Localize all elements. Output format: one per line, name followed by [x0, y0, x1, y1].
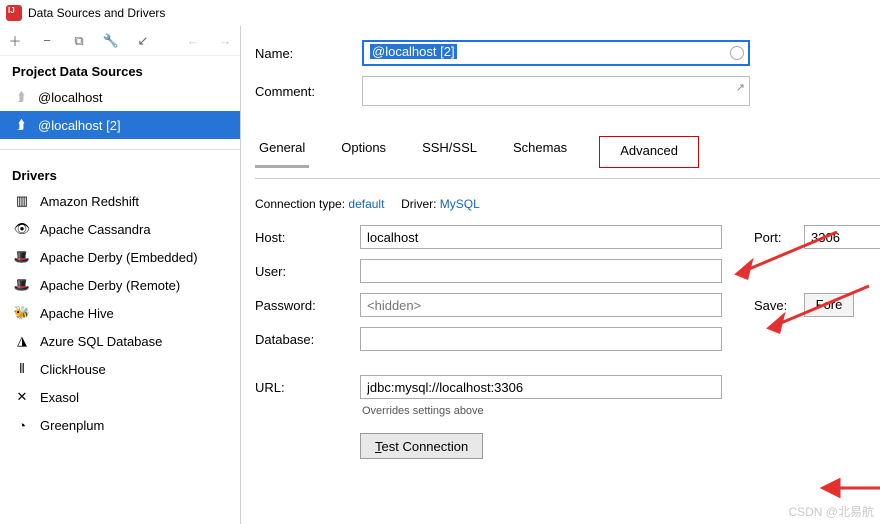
driver-icon: 👁: [14, 221, 30, 237]
driver-item[interactable]: 🎩 Apache Derby (Embedded): [0, 243, 240, 271]
url-note: Overrides settings above: [362, 405, 880, 417]
save-label: Save:: [754, 298, 794, 313]
driver-icon: 🎩: [14, 249, 30, 265]
url-label: URL:: [255, 380, 350, 395]
tabs: General Options SSH/SSL Schemas Advanced: [255, 132, 880, 168]
driver-label: Apache Cassandra: [40, 222, 151, 237]
name-label: Name:: [255, 46, 350, 61]
database-input[interactable]: [360, 327, 722, 351]
tab-options[interactable]: Options: [337, 136, 390, 168]
title-bar: Data Sources and Drivers: [0, 0, 880, 26]
datasource-icon: ⮭: [14, 118, 28, 132]
details-panel: Name: @localhost [2] Comment: ↗ General …: [241, 26, 880, 524]
host-label: Host:: [255, 230, 350, 245]
driver-icon: ✕: [14, 389, 30, 405]
comment-label: Comment:: [255, 84, 350, 99]
datasource-item-selected[interactable]: ⮭ @localhost [2]: [0, 111, 240, 139]
name-input[interactable]: @localhost [2]: [362, 40, 750, 66]
divider: [0, 149, 240, 150]
driver-label: ClickHouse: [40, 362, 106, 377]
add-icon[interactable]: ＋: [8, 31, 22, 50]
datasource-label: @localhost: [38, 90, 103, 105]
host-input[interactable]: [360, 225, 722, 249]
wrench-icon[interactable]: 🔧: [104, 33, 118, 49]
driver-label: Azure SQL Database: [40, 334, 162, 349]
window-title: Data Sources and Drivers: [28, 6, 165, 20]
driver-label: Exasol: [40, 390, 79, 405]
driver-item[interactable]: 🎩 Apache Derby (Remote): [0, 271, 240, 299]
project-data-sources-header: Project Data Sources: [0, 56, 240, 83]
sidebar-toolbar: ＋ − ⧉ 🔧 ↙ ← →: [0, 26, 240, 56]
driver-item[interactable]: ⦀ ClickHouse: [0, 355, 240, 383]
sidebar: ＋ − ⧉ 🔧 ↙ ← → Project Data Sources ⮭ @lo…: [0, 26, 241, 524]
save-dropdown[interactable]: Fore: [804, 293, 854, 317]
driver-item[interactable]: 👁 Apache Cassandra: [0, 215, 240, 243]
drivers-list: ▥ Amazon Redshift 👁 Apache Cassandra 🎩 Apache…: [0, 187, 240, 524]
connection-meta: Connection type: default Driver: MySQL: [255, 189, 880, 215]
user-label: User:: [255, 264, 350, 279]
driver-icon: ◔: [14, 417, 30, 433]
expand-icon[interactable]: ↗: [736, 81, 745, 94]
test-connection-button[interactable]: Test Connection: [360, 433, 483, 459]
drivers-header: Drivers: [0, 160, 240, 187]
datasource-label: @localhost [2]: [38, 118, 121, 133]
driver-item[interactable]: 🐝 Apache Hive: [0, 299, 240, 327]
port-label: Port:: [754, 230, 794, 245]
datasource-icon: ⮭: [14, 90, 28, 104]
driver-label: Apache Hive: [40, 306, 114, 321]
driver-icon: ▥: [14, 193, 30, 209]
driver-icon: ⦀: [14, 361, 30, 377]
driver-link[interactable]: MySQL: [440, 197, 480, 211]
import-icon[interactable]: ↙: [136, 33, 150, 49]
driver-item[interactable]: ▥ Amazon Redshift: [0, 187, 240, 215]
url-input[interactable]: [360, 375, 722, 399]
user-input[interactable]: [360, 259, 722, 283]
comment-input[interactable]: ↗: [362, 76, 750, 106]
remove-icon[interactable]: −: [40, 33, 54, 48]
forward-icon[interactable]: →: [218, 33, 232, 48]
back-icon[interactable]: ←: [186, 33, 200, 48]
copy-icon[interactable]: ⧉: [72, 33, 86, 49]
driver-label: Greenplum: [40, 418, 104, 433]
driver-item[interactable]: ✕ Exasol: [0, 383, 240, 411]
driver-icon: ◮: [14, 333, 30, 349]
connection-type-link[interactable]: default: [348, 197, 384, 211]
tab-general[interactable]: General: [255, 136, 309, 168]
app-icon: [6, 5, 22, 21]
password-input[interactable]: [360, 293, 722, 317]
driver-label: Amazon Redshift: [40, 194, 139, 209]
tab-sshssl[interactable]: SSH/SSL: [418, 136, 481, 168]
driver-label: Apache Derby (Embedded): [40, 250, 198, 265]
tab-schemas[interactable]: Schemas: [509, 136, 571, 168]
color-circle-icon[interactable]: [730, 46, 744, 60]
driver-label: Apache Derby (Remote): [40, 278, 180, 293]
password-label: Password:: [255, 298, 350, 313]
driver-icon: 🐝: [14, 305, 30, 321]
driver-icon: 🎩: [14, 277, 30, 293]
driver-item[interactable]: ◔ Greenplum: [0, 411, 240, 439]
watermark: CSDN @北易航: [788, 503, 874, 520]
driver-item[interactable]: ◮ Azure SQL Database: [0, 327, 240, 355]
datasource-item[interactable]: ⮭ @localhost: [0, 83, 240, 111]
tab-advanced[interactable]: Advanced: [599, 136, 699, 168]
database-label: Database:: [255, 332, 350, 347]
port-input[interactable]: [804, 225, 880, 249]
